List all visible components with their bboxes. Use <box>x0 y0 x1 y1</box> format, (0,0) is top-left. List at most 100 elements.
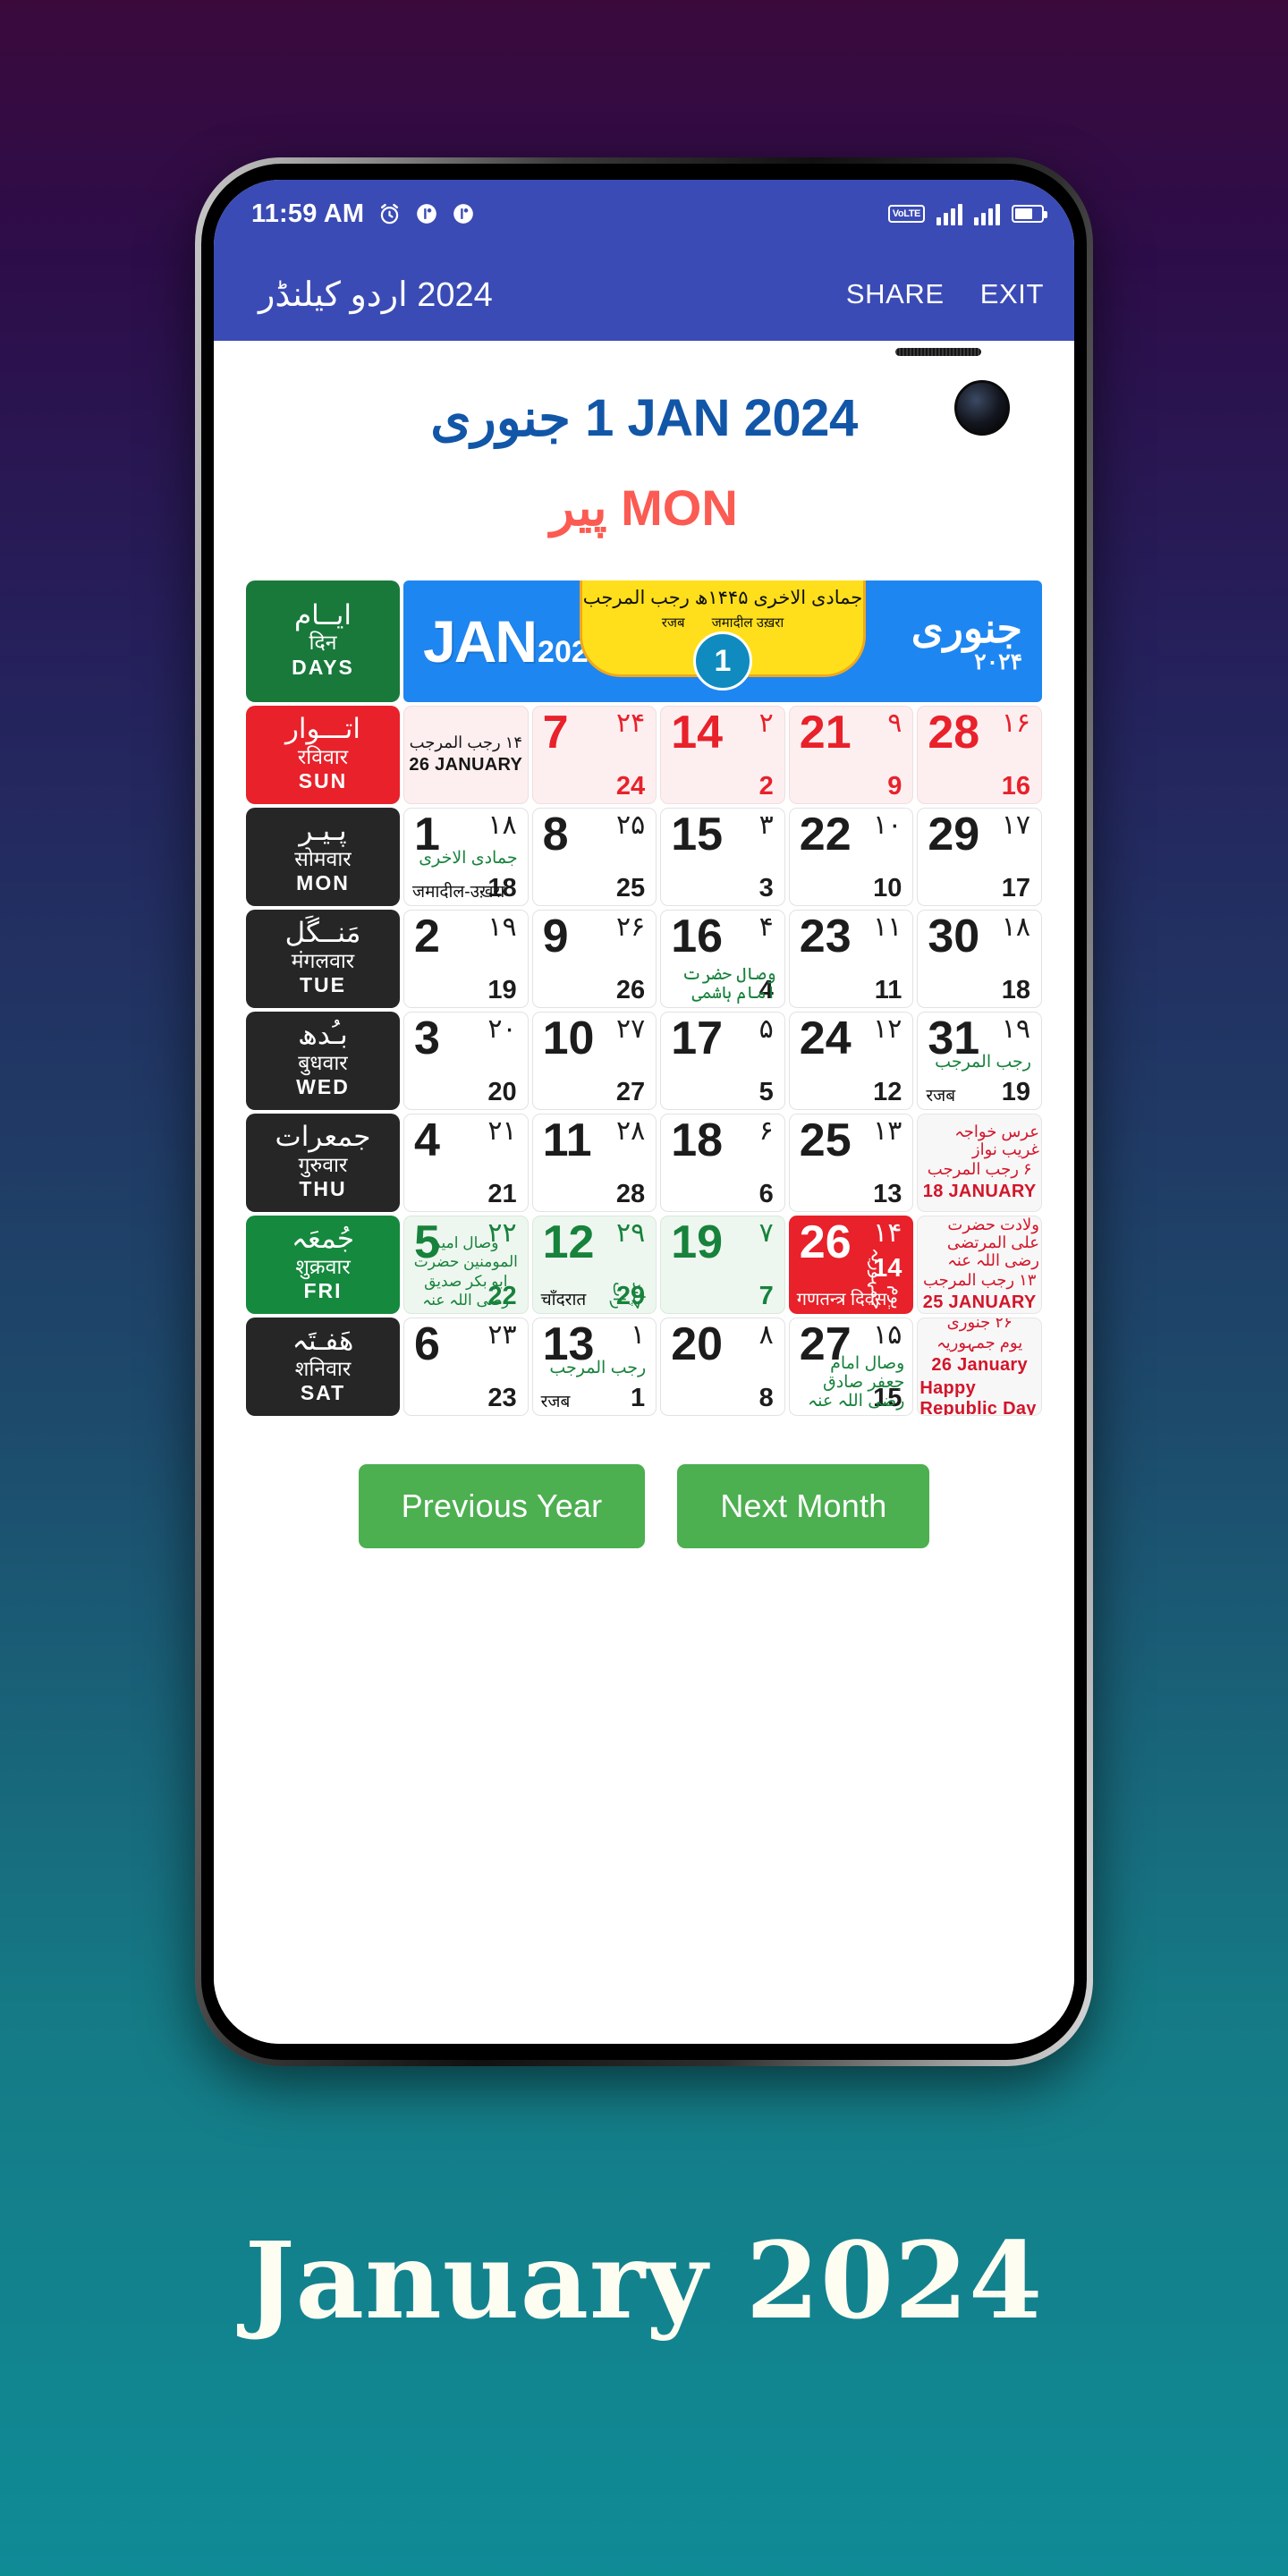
calendar-date-cell[interactable]: 27 ۱۵ 15 وصال امام جعفر صادق رضی اللہ عنہ <box>788 1318 914 1416</box>
hijri-month-arabic: رجب المرجب <box>549 1359 647 1377</box>
weekday-hindi: रविवार <box>297 744 349 768</box>
gregorian-day: 23 <box>799 911 852 962</box>
hijri-banner-arabic: جمادى الاخرى ۱۴۴۵ھ رجب المرجب <box>582 588 863 608</box>
urdu-day-numeral: ۳ <box>758 810 774 840</box>
urdu-day-numeral: ۱۹ <box>1001 1014 1030 1044</box>
weekday-urdu: بـُدھ <box>298 1018 348 1050</box>
gregorian-day: 21 <box>799 707 852 758</box>
calendar-date-cell[interactable]: 3 ۲۰ 20 <box>403 1012 529 1110</box>
signal-bars-icon <box>974 202 1000 225</box>
urdu-day-numeral: ۲۰ <box>487 1014 517 1044</box>
calendar-date-cell[interactable]: 17 ۵ 5 <box>660 1012 785 1110</box>
calendar-date-cell[interactable]: 11 ۲۸ 28 <box>531 1114 657 1212</box>
calendar-note-cell[interactable]: ۲۶ جنوری یوم جمہوریہ 26 January Happy Repub… <box>917 1318 1042 1416</box>
urdu-day-numeral: ۱۸ <box>1001 912 1030 942</box>
calendar-date-cell[interactable]: 16 ۴ 4 وصال حضرت امام ہاشمی <box>660 910 785 1008</box>
calendar-date-cell[interactable]: 6 ۲۳ 23 <box>403 1318 529 1416</box>
urdu-day-numeral: ۱۶ <box>1001 708 1030 738</box>
calendar-date-cell[interactable]: 5 ۲۲ 22 وصال امیر المومنین حضرت ابو بکر صدی… <box>403 1216 529 1314</box>
urdu-day-numeral: ۵ <box>758 1014 774 1044</box>
calendar-date-cell[interactable]: 26 ۱۴ 14 गणतन्त्र दिवस یوم جمہوریہ <box>788 1216 914 1314</box>
calendar-date-cell[interactable]: 28 ۱۶ 16 <box>917 706 1042 804</box>
hijri-day: 20 <box>487 1078 517 1106</box>
note-content: عرس خواجہ غریب نواز ۶ رجب المرجب 18 JANUAR… <box>918 1114 1041 1211</box>
holiday-name-urdu: یوم جمہوریہ <box>867 1247 906 1309</box>
note-arabic: ۱۴ رجب المرجب <box>409 733 523 752</box>
calendar-week-row: مَنــگَل मंगलवार TUE 2 ۱۹ 19 9 ۲۶ 26 16 ۴ 4 وصال حضر… <box>246 910 1042 1008</box>
next-month-button[interactable]: Next Month <box>677 1464 930 1548</box>
hijri-month-hindi: रजब <box>540 1393 571 1411</box>
calendar-date-cell[interactable]: 19 ۷ 7 <box>660 1216 785 1314</box>
calendar-date-cell[interactable]: 2 ۱۹ 19 <box>403 910 529 1008</box>
weekday-en: mon <box>296 870 350 894</box>
calendar-date-cell[interactable]: 1 ۱۸ 18 جمادی الاخری जमादील-उख़रा <box>403 808 529 906</box>
hijri-hindi-jamadi: जमादील उख़रा <box>711 615 784 631</box>
selected-date-month-urdu: جنوری <box>430 389 572 447</box>
calendar-date-cell[interactable]: 4 ۲۱ 21 <box>403 1114 529 1212</box>
calendar-note-cell[interactable]: عرس خواجہ غریب نواز ۶ رجب المرجب 18 JANUAR… <box>917 1114 1042 1212</box>
calendar-date-cell[interactable]: 10 ۲۷ 27 <box>531 1012 657 1110</box>
calendar-note-cell[interactable]: ۱۴ رجب المرجب 26 JANUARY <box>403 706 529 804</box>
calendar-date-cell[interactable]: 20 ۸ 8 <box>660 1318 785 1416</box>
urdu-day-numeral: ۹ <box>887 708 902 738</box>
weekday-label-tue: مَنــگَل मंगलवार TUE <box>246 910 400 1008</box>
urdu-day-numeral: ۶ <box>758 1116 774 1146</box>
calendar-date-cell[interactable]: 23 ۱۱ 11 <box>788 910 914 1008</box>
gregorian-day: 24 <box>799 1013 852 1064</box>
hijri-day: 19 <box>1001 1078 1030 1106</box>
hijri-hindi-rajab: रजब <box>661 615 685 631</box>
weekday-label-sun: اتـــوار रविवार SUN <box>246 706 400 804</box>
calendar-week-row: اتـــوار रविवार SUN ۱۴ رجب المرجب 26 JANUARY… <box>246 706 1042 804</box>
calendar-note-cell[interactable]: ولادت حضرت علی المرتضی رضی اللہ عنہ ۱۳ رج… <box>917 1216 1042 1314</box>
gregorian-day: 29 <box>928 809 980 860</box>
calendar-date-cell[interactable]: 25 ۱۳ 13 <box>788 1114 914 1212</box>
weekday-label-fri: جُمعَہ शुक्रवार FRI <box>246 1216 400 1314</box>
selected-date-header: 1 JAN 2024 جنوری MON پیر <box>219 341 1069 538</box>
days-header-hindi: दिन <box>309 631 337 655</box>
calendar-week-row: بـُدھ बुधवार WED 3 ۲۰ 20 10 ۲۷ 27 17 ۵ 5 24 ۱۲ 12 31 ۱۹ 1… <box>246 1012 1042 1110</box>
calendar-date-cell[interactable]: 29 ۱۷ 17 <box>917 808 1042 906</box>
calendar-header-row: ایــام दिन DAYS JAN 2024 جمادى الاخرى ۱۴… <box>246 580 1042 702</box>
urdu-day-numeral: ۱۷ <box>1001 810 1030 840</box>
urdu-day-numeral: ۴ <box>758 912 774 942</box>
share-button[interactable]: SHARE <box>846 278 945 310</box>
gregorian-day: 17 <box>671 1013 724 1064</box>
weekday-hindi: शनिवार <box>294 1356 352 1380</box>
calendar-date-cell[interactable]: 12 ۲۹ 29 चाँदरात چاند رات <box>531 1216 657 1314</box>
gregorian-day: 28 <box>928 707 980 758</box>
calendar-date-cell[interactable]: 31 ۱۹ 19 رجب المرجب रजब <box>917 1012 1042 1110</box>
note-arabic-secondary: ۱۳ رجب المرجب <box>922 1271 1037 1290</box>
signal-bars-icon <box>936 202 962 225</box>
hijri-day: 1 <box>631 1384 646 1412</box>
calendar-date-cell[interactable]: 24 ۱۲ 12 <box>788 1012 914 1110</box>
note-content: ۱۴ رجب المرجب 26 JANUARY <box>404 707 528 803</box>
weekday-urdu: مَنــگَل <box>284 916 361 948</box>
month-number-badge: 1 <box>693 631 752 691</box>
month-banner-latin: JAN 2024 <box>403 607 606 675</box>
calendar-date-cell[interactable]: 22 ۱۰ 10 <box>788 808 914 906</box>
selected-date-line: 1 JAN 2024 جنوری <box>219 387 1069 448</box>
previous-year-button[interactable]: Previous Year <box>358 1464 646 1548</box>
event-note-urdu-vertical: چاند رات <box>610 1281 648 1309</box>
calendar-date-cell[interactable]: 13 ۱ 1 رجب المرجب रजब <box>531 1318 657 1416</box>
calendar-date-cell[interactable]: 7 ۲۴ 24 <box>531 706 657 804</box>
note-content: ولادت حضرت علی المرتضی رضی اللہ عنہ ۱۳ رج… <box>918 1216 1041 1313</box>
exit-button[interactable]: EXIT <box>980 278 1044 310</box>
weekday-label-sat: ھَفـتَہ शनिवार SAT <box>246 1318 400 1416</box>
note-english-secondary: Happy Republic Day <box>919 1377 1037 1416</box>
hijri-month-hindi: रजब <box>926 1087 956 1106</box>
calendar-date-cell[interactable]: 8 ۲۵ 25 <box>531 808 657 906</box>
gregorian-day: 6 <box>414 1318 440 1370</box>
gregorian-day: 14 <box>671 707 724 758</box>
gregorian-day: 11 <box>542 1114 592 1166</box>
calendar-date-cell[interactable]: 21 ۹ 9 <box>788 706 914 804</box>
calendar-date-cell[interactable]: 14 ۲ 2 <box>660 706 785 804</box>
calendar-date-cell[interactable]: 18 ۶ 6 <box>660 1114 785 1212</box>
calendar-date-cell[interactable]: 15 ۳ 3 <box>660 808 785 906</box>
calendar-date-cell[interactable]: 9 ۲۶ 26 <box>531 910 657 1008</box>
hijri-day: 25 <box>615 874 646 902</box>
weekday-label-wed: بـُدھ बुधवार WED <box>246 1012 400 1110</box>
weekday-hindi: मंगलवार <box>291 948 355 972</box>
calendar-date-cell[interactable]: 30 ۱۸ 18 <box>917 910 1042 1008</box>
urdu-day-numeral: ۲۵ <box>615 810 646 840</box>
